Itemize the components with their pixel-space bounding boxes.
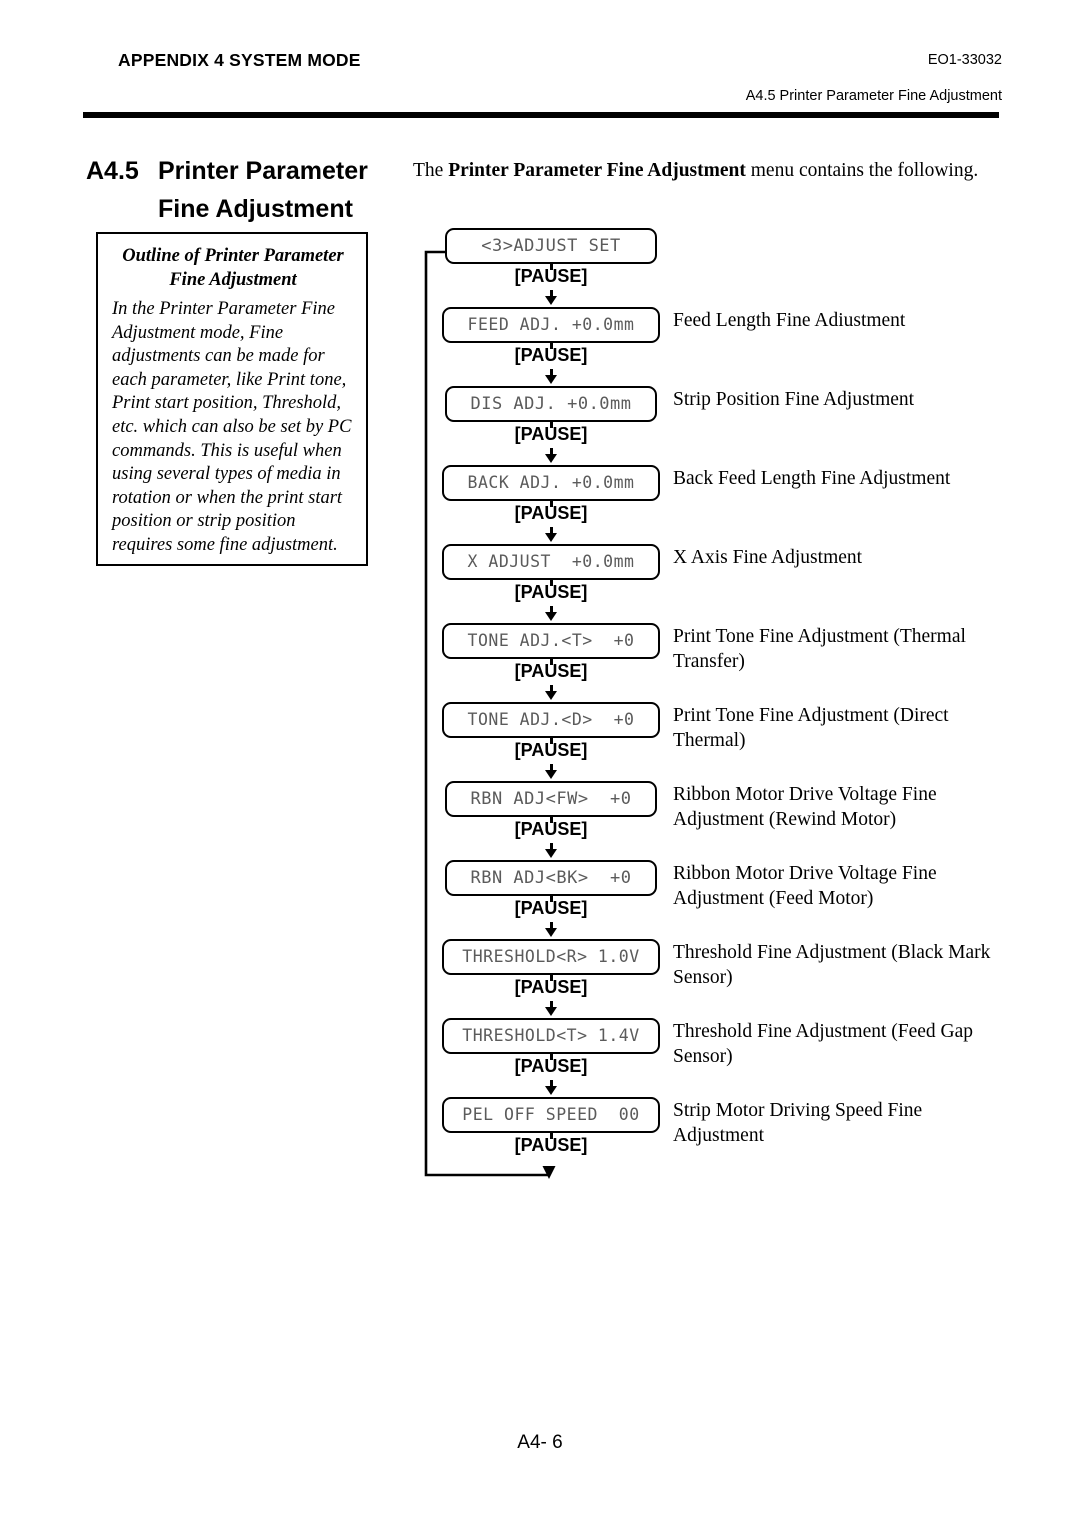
lcd-display-box: FEED ADJ. +0.0mm <box>442 307 660 343</box>
flow-step-description: Feed Length Fine Adiustment <box>673 310 906 331</box>
lcd-display-box: BACK ADJ. +0.0mm <box>442 465 660 501</box>
outline-heading-line2: Fine Adjustment <box>169 270 297 290</box>
flow-step-row: FEED ADJ. +0.0mm Feed Length Fine Adiustm… <box>415 307 1015 384</box>
outline-heading-line1: Outline of Printer Parameter <box>122 246 344 266</box>
outline-heading: Outline of Printer Parameter Fine Adjust… <box>112 244 354 292</box>
arrow-down-icon <box>545 1007 557 1016</box>
page-title: A4.5 Printer Parameter Fine Adjustment <box>86 152 416 228</box>
flow-connector-line <box>550 659 553 665</box>
flow-connector-line <box>550 896 553 902</box>
arrow-down-icon <box>545 375 557 384</box>
arrow-down-icon <box>545 612 557 621</box>
arrow-down-icon <box>545 296 557 305</box>
flow-connector-line <box>550 817 553 823</box>
flow-connector-line <box>550 1133 553 1139</box>
lcd-display-box: THRESHOLD<R> 1.0V <box>442 939 660 975</box>
flow-connector-line <box>550 343 553 349</box>
flow-step-description: Threshold Fine Adjustment (Black Mark Se… <box>673 942 991 988</box>
outline-callout-box: Outline of Printer Parameter Fine Adjust… <box>96 232 368 566</box>
section-title-line2: Fine Adjustment <box>158 195 353 223</box>
flow-step-row: THRESHOLD<T> 1.4V Threshold Fine Adjustme… <box>415 1018 1015 1095</box>
lcd-display-box: DIS ADJ. +0.0mm <box>445 386 657 422</box>
lcd-display-box: X ADJUST +0.0mm <box>442 544 660 580</box>
flow-connector-line <box>550 738 553 744</box>
flow-step-row: <3>ADJUST SET [PAUSE] <box>415 228 1015 305</box>
menu-flow-diagram: <3>ADJUST SET [PAUSE] FEED ADJ. +0.0mm Feed… <box>415 228 1015 1188</box>
flow-connector-line <box>550 501 553 507</box>
flow-step-description: Ribbon Motor Drive Voltage Fine Adjustme… <box>673 863 937 909</box>
intro-prefix: The <box>413 160 449 181</box>
flow-step-row: DIS ADJ. +0.0mm Strip Position Fine Adjus… <box>415 386 1015 463</box>
lcd-display-box: TONE ADJ.<T> +0 <box>442 623 660 659</box>
header-divider-rule <box>83 112 999 118</box>
arrow-down-icon <box>545 849 557 858</box>
header-document-code: EO1-33032 <box>927 52 1002 68</box>
flow-step-row: X ADJUST +0.0mm X Axis Fine Adjustment [PA… <box>415 544 1015 621</box>
section-title-line1: Printer Parameter <box>158 157 368 185</box>
flow-step-description: Strip Position Fine Adjustment <box>673 389 915 410</box>
flow-step-row: TONE ADJ.<T> +0 Print Tone Fine Adjustmen… <box>415 623 1015 700</box>
flow-step-row: RBN ADJ<BK> +0 Ribbon Motor Drive Voltage… <box>415 860 1015 937</box>
page-footer-number: A4- 6 <box>517 1432 563 1453</box>
arrow-down-icon <box>545 1086 557 1095</box>
page-header: APPENDIX 4 SYSTEM MODE EO1-33032 A4.5 Pr… <box>0 0 1080 118</box>
lcd-display-box: TONE ADJ.<D> +0 <box>442 702 660 738</box>
lcd-display-box: <3>ADJUST SET <box>445 228 657 264</box>
flow-step-description: Strip Motor Driving Speed Fine Adjustmen… <box>673 1100 923 1146</box>
flow-step-description: X Axis Fine Adjustment <box>673 547 863 568</box>
intro-bold-menu-name: Printer Parameter Fine Adjustment <box>448 160 746 181</box>
flow-step-row: RBN ADJ<FW> +0 Ribbon Motor Drive Voltage… <box>415 781 1015 858</box>
flow-step-description: Threshold Fine Adjustment (Feed Gap Sens… <box>673 1021 974 1067</box>
intro-suffix: menu contains the following. <box>745 160 979 181</box>
flow-step-description: Print Tone Fine Adjustment (Thermal Tran… <box>673 626 966 672</box>
flow-step-row: TONE ADJ.<D> +0 Print Tone Fine Adjustmen… <box>415 702 1015 779</box>
section-number: A4.5 <box>86 157 139 185</box>
lcd-display-box: PEL OFF SPEED 00 <box>442 1097 660 1133</box>
header-section-subtitle: A4.5 Printer Parameter Fine Adjustment <box>745 88 1002 104</box>
intro-sentence: The Printer Parameter Fine Adjustment me… <box>413 158 1013 184</box>
lcd-display-box: RBN ADJ<FW> +0 <box>445 781 657 817</box>
arrow-down-icon <box>545 454 557 463</box>
flow-connector-line <box>550 580 553 586</box>
arrow-down-icon <box>545 533 557 542</box>
flow-step-description: Ribbon Motor Drive Voltage Fine Adjustme… <box>673 784 937 830</box>
header-appendix-title: APPENDIX 4 SYSTEM MODE <box>118 50 361 70</box>
flow-step-description: Print Tone Fine Adjustment (Direct Therm… <box>673 705 949 751</box>
flow-connector-line <box>550 264 553 270</box>
flow-connector-line <box>550 422 553 428</box>
outline-body-text: In the Printer Parameter Fine Adjustment… <box>112 299 352 555</box>
flow-step-row: BACK ADJ. +0.0mm Back Feed Length Fine Ad… <box>415 465 1015 542</box>
flow-connector-line <box>550 975 553 981</box>
lcd-display-box: RBN ADJ<BK> +0 <box>445 860 657 896</box>
lcd-display-box: THRESHOLD<T> 1.4V <box>442 1018 660 1054</box>
arrow-down-icon <box>545 928 557 937</box>
flow-step-description: Back Feed Length Fine Adjustment <box>673 468 951 489</box>
flow-step-row: PEL OFF SPEED 00 Strip Motor Driving Spee… <box>415 1097 1015 1155</box>
flow-step-row: THRESHOLD<R> 1.0V Threshold Fine Adjustme… <box>415 939 1015 1016</box>
flow-connector-line <box>550 1054 553 1060</box>
arrow-down-icon <box>545 770 557 779</box>
arrow-down-icon <box>545 691 557 700</box>
